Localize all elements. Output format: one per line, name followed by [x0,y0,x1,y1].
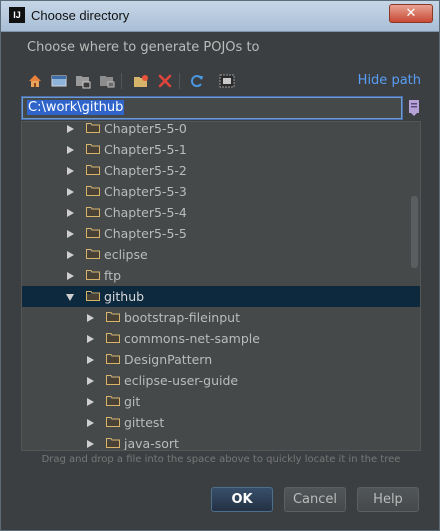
tree-row[interactable]: gittest [22,412,420,433]
folder-icon [106,312,120,322]
tree-row[interactable]: Chapter5-5-2 [22,160,420,181]
folder-icon [86,144,100,154]
tree-scrollbar[interactable] [411,196,418,268]
tree-row[interactable]: Chapter5-5-5 [22,223,420,244]
collapsed-arrow-icon[interactable] [67,209,74,217]
toolbar-separator [121,73,122,89]
tree-row[interactable]: Chapter5-5-0 [22,121,420,139]
hide-path-link[interactable]: Hide path [358,73,421,88]
new-folder-icon[interactable] [131,71,151,91]
tree-row[interactable]: bootstrap-fileinput [22,307,420,328]
path-row: C:\work\github [21,97,421,121]
tree-row-label: Chapter5-5-4 [104,205,187,220]
tree-row[interactable]: java-sort [22,433,420,451]
intellij-app-icon: IJ [9,7,25,23]
folder-icon [106,438,120,448]
tree-row-label: Chapter5-5-0 [104,121,187,136]
desktop-icon[interactable] [49,71,69,91]
drag-drop-hint: Drag and drop a file into the space abov… [41,454,401,465]
module-folder-icon[interactable] [97,71,117,91]
title-bar[interactable]: IJ Choose directory ✕ [1,1,439,32]
tree-row[interactable]: eclipse [22,244,420,265]
collapsed-arrow-icon[interactable] [87,398,94,406]
ok-button[interactable]: OK [211,487,273,512]
tree-row-label: gittest [124,415,165,430]
tree-row-label: eclipse [104,247,148,262]
folder-icon [86,228,100,238]
tree-row-label: github [104,289,145,304]
collapsed-arrow-icon[interactable] [67,251,74,259]
tree-row[interactable]: ftp [22,265,420,286]
tree-row[interactable]: github [22,286,420,307]
folder-icon [86,186,100,196]
folder-icon [86,291,100,301]
folder-icon [86,123,100,133]
expanded-arrow-icon[interactable] [66,294,74,301]
collapsed-arrow-icon[interactable] [67,272,74,280]
tree-row-label: DesignPattern [124,352,213,367]
collapsed-arrow-icon[interactable] [87,440,94,448]
tree-row[interactable]: git [22,391,420,412]
tree-row-label: Chapter5-5-1 [104,142,187,157]
cancel-button[interactable]: Cancel [284,487,346,512]
tree-row-label: Chapter5-5-3 [104,184,187,199]
tree-row[interactable]: Chapter5-5-1 [22,139,420,160]
folder-icon [106,333,120,343]
collapsed-arrow-icon[interactable] [87,419,94,427]
collapsed-arrow-icon[interactable] [87,377,94,385]
tree-row[interactable]: commons-net-sample [22,328,420,349]
tree-row-label: Chapter5-5-2 [104,163,187,178]
tree-row-label: java-sort [124,436,179,451]
tree-row-label: ftp [104,268,122,283]
collapsed-arrow-icon[interactable] [87,356,94,364]
toolbar-separator [179,73,180,89]
folder-icon [106,417,120,427]
window-title: Choose directory [31,8,130,23]
tree-row[interactable]: Chapter5-5-4 [22,202,420,223]
show-hidden-icon[interactable] [217,71,237,91]
folder-icon [86,249,100,259]
collapsed-arrow-icon[interactable] [87,335,94,343]
project-folder-icon[interactable] [73,71,93,91]
directory-tree[interactable]: java-sort gittest git eclipse-user-guide Des… [21,121,421,451]
folder-icon [106,396,120,406]
refresh-icon[interactable] [187,71,207,91]
tree-row-label: git [124,394,141,409]
tree-row-label: eclipse-user-guide [124,373,239,388]
path-input-value: C:\work\github [27,100,125,115]
tree-row[interactable]: DesignPattern [22,349,420,370]
folder-icon [86,207,100,217]
tree-row-label: Chapter5-5-5 [104,226,187,241]
tree-row-label: commons-net-sample [124,331,260,346]
folder-icon [106,354,120,364]
tree-row-label: bootstrap-fileinput [124,310,240,325]
dialog-prompt: Choose where to generate POJOs to [27,40,260,55]
help-button[interactable]: Help [357,487,419,512]
close-button[interactable]: ✕ [389,4,433,23]
collapsed-arrow-icon[interactable] [67,230,74,238]
collapsed-arrow-icon[interactable] [67,146,74,154]
folder-icon [106,375,120,385]
home-icon[interactable] [25,71,45,91]
tree-row[interactable]: Chapter5-5-3 [22,181,420,202]
folder-icon [86,165,100,175]
collapsed-arrow-icon[interactable] [67,167,74,175]
tree-row[interactable]: eclipse-user-guide [22,370,420,391]
choose-directory-dialog: IJ Choose directory ✕ Choose where to ge… [0,0,440,531]
path-history-icon[interactable] [407,99,421,117]
path-input[interactable]: C:\work\github [22,97,402,119]
collapsed-arrow-icon[interactable] [67,188,74,196]
folder-icon [86,270,100,280]
toolbar: Hide path [21,71,421,93]
collapsed-arrow-icon[interactable] [67,125,74,133]
collapsed-arrow-icon[interactable] [87,314,94,322]
delete-icon[interactable] [155,71,175,91]
